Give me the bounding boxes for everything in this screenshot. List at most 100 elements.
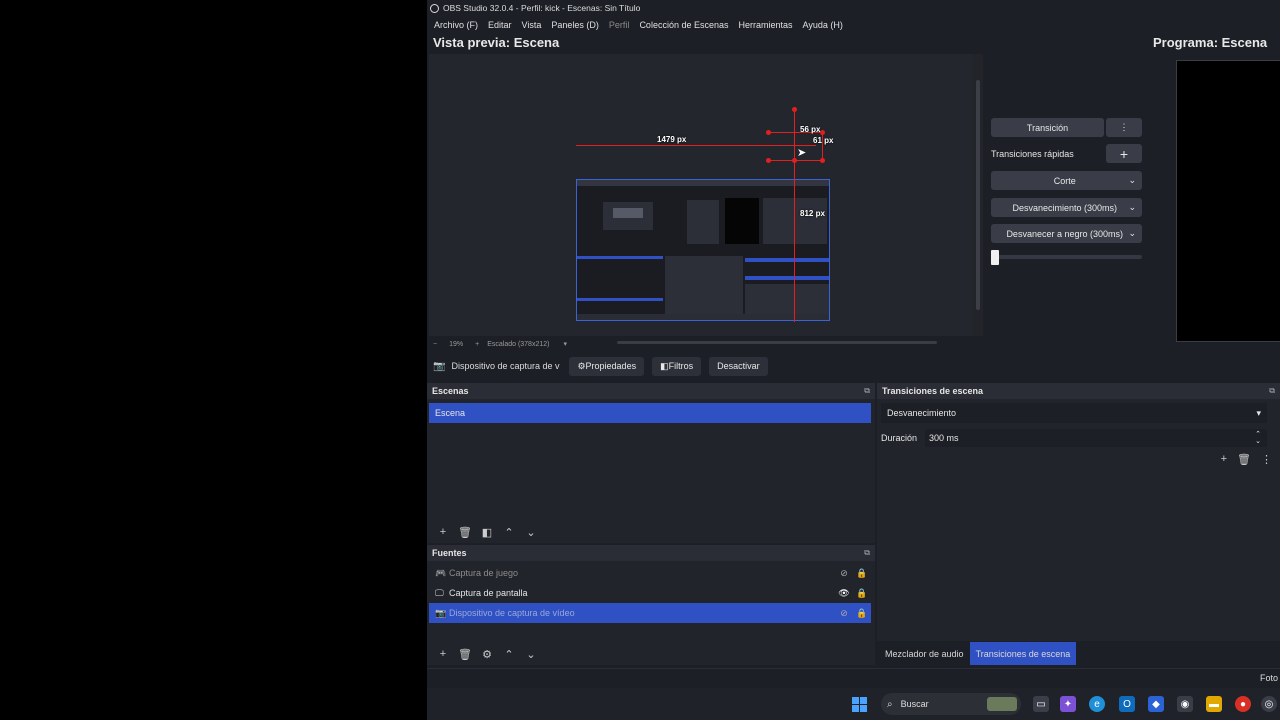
scene-filters-icon[interactable]: ◧	[476, 526, 498, 539]
spin-arrows-icon[interactable]: ⌃ ⌄	[1255, 431, 1261, 445]
menu-bar: Archivo (F) Editar Vista Paneles (D) Per…	[427, 16, 1280, 33]
duration-row: Duración 300 ms ⌃ ⌄	[881, 429, 1267, 447]
windows-start-icon[interactable]	[852, 697, 867, 712]
t-bar-handle[interactable]	[991, 250, 999, 265]
remove-scene-icon[interactable]: 🗑	[454, 526, 476, 539]
lock-icon[interactable]: 🔒	[853, 588, 871, 599]
measure-bottom: 812 px	[800, 209, 825, 218]
menu-editar[interactable]: Editar	[483, 20, 517, 30]
nested-scene-row	[577, 256, 663, 259]
remove-transition-icon[interactable]: 🗑	[1237, 453, 1251, 466]
preview-canvas-area[interactable]: 1479 px 56 px 61 px 812 px ➤	[429, 54, 973, 336]
filters-button[interactable]: ◧ Filtros	[652, 356, 702, 376]
t-bar-slider[interactable]	[991, 250, 1142, 265]
add-transition-icon[interactable]: +	[1221, 453, 1227, 466]
quick-transitions-label: Transiciones rápidas	[991, 149, 1074, 159]
undock-icon[interactable]: ⧉	[864, 386, 870, 396]
preview-vertical-scrollbar[interactable]	[973, 54, 983, 336]
menu-ayuda[interactable]: Ayuda (H)	[798, 20, 848, 30]
menu-herramientas[interactable]: Herramientas	[734, 20, 798, 30]
preview-source-frame[interactable]	[576, 179, 830, 321]
copilot-icon[interactable]: ✦	[1060, 696, 1076, 712]
properties-button[interactable]: ⚙ Propiedades	[569, 356, 645, 376]
guide-right	[794, 110, 795, 322]
edge-icon[interactable]: e	[1089, 696, 1105, 712]
scene-item[interactable]: Escena	[429, 403, 871, 423]
zoom-out-icon[interactable]: −	[433, 341, 437, 348]
nested-program	[725, 198, 759, 244]
nested-blue-bar	[745, 258, 829, 262]
task-view-icon[interactable]: ▭	[1033, 696, 1049, 712]
nested-menubar	[577, 180, 829, 186]
sources-dock-header: Fuentes ⧉	[427, 545, 875, 561]
resize-handle-bl[interactable]	[766, 158, 771, 163]
duration-label: Duración	[881, 433, 918, 443]
quick-transition-fade-black[interactable]: Desvanecer a negro (300ms) ⌄	[991, 224, 1142, 243]
menu-perfil[interactable]: Perfil	[604, 20, 635, 30]
source-item-game-capture[interactable]: 🎮 Captura de juego ⊘ 🔒	[429, 563, 871, 583]
move-up-icon[interactable]: ⌃	[498, 648, 520, 661]
move-down-icon[interactable]: ⌄	[520, 526, 542, 539]
add-scene-icon[interactable]: +	[432, 526, 454, 538]
lock-icon[interactable]: 🔒	[853, 608, 871, 619]
camera-app-icon[interactable]: ◉	[1177, 696, 1193, 712]
chrome-icon[interactable]: ●	[1235, 696, 1251, 712]
dropbox-icon[interactable]: ◆	[1148, 696, 1164, 712]
rotate-handle[interactable]	[792, 107, 797, 112]
add-source-icon[interactable]: +	[432, 648, 454, 660]
move-up-icon[interactable]: ⌃	[498, 526, 520, 539]
undock-icon[interactable]: ⧉	[1269, 386, 1275, 396]
chevron-down-icon: ⌄	[1128, 175, 1136, 185]
measure-left: 1479 px	[657, 135, 687, 144]
menu-archivo[interactable]: Archivo (F)	[429, 20, 483, 30]
transition-options-icon[interactable]: ⋮	[1261, 453, 1272, 466]
transition-menu-icon[interactable]: ⋮	[1106, 118, 1142, 137]
transition-button[interactable]: Transición	[991, 118, 1104, 137]
add-quick-transition-icon[interactable]: +	[1106, 144, 1142, 163]
nested-trans-dock	[665, 256, 743, 316]
remove-source-icon[interactable]: 🗑	[454, 648, 476, 661]
scene-transitions-header: Transiciones de escena ⧉	[877, 383, 1280, 399]
transition-select[interactable]: Desvanecimiento ▾	[881, 403, 1267, 423]
outlook-icon[interactable]: O	[1119, 696, 1135, 712]
source-item-screen-capture[interactable]: 🖵 Captura de pantalla 👁 🔒	[429, 583, 871, 603]
quick-transition-fade[interactable]: Desvanecimiento (300ms) ⌄	[991, 198, 1142, 217]
preview-zoom-controls: − 19% + Escalado (378x212) ▾	[427, 338, 977, 350]
nested-taskbar	[577, 314, 829, 320]
zoom-in-icon[interactable]: +	[475, 341, 479, 348]
camera-icon: 📷	[435, 607, 447, 618]
nested-source-row	[577, 298, 663, 301]
source-properties-gear-icon[interactable]: ⚙	[476, 648, 498, 661]
undock-icon[interactable]: ⧉	[864, 548, 870, 558]
guide-top	[576, 145, 816, 146]
preview-horizontal-scrollbar[interactable]	[617, 341, 937, 344]
resize-handle-tl[interactable]	[766, 130, 771, 135]
dropdown-arrow-icon: ▾	[1256, 407, 1261, 418]
tab-audio-mixer[interactable]: Mezclador de audio	[879, 642, 970, 665]
resize-handle-tr[interactable]	[820, 130, 825, 135]
move-down-icon[interactable]: ⌄	[520, 648, 542, 661]
taskbar-search[interactable]: ⌕ Buscar	[881, 693, 1021, 715]
sources-footer: + 🗑 ⚙ ⌃ ⌄	[427, 643, 875, 665]
quick-transition-corte[interactable]: Corte ⌄	[991, 171, 1142, 190]
scenes-dock: Escenas ⧉ Escena + 🗑 ◧ ⌃ ⌄	[427, 383, 875, 543]
duration-spinbox[interactable]: 300 ms ⌃ ⌄	[925, 429, 1267, 447]
menu-vista[interactable]: Vista	[517, 20, 547, 30]
source-item-video-capture[interactable]: 📷 Dispositivo de captura de vídeo ⊘ 🔒	[429, 603, 871, 623]
tab-scene-transitions[interactable]: Transiciones de escena	[969, 642, 1077, 665]
obs-taskbar-icon[interactable]: ◎	[1261, 696, 1277, 712]
eye-icon[interactable]: 👁	[835, 588, 853, 599]
resize-handle-br[interactable]	[820, 158, 825, 163]
visibility-off-icon[interactable]: ⊘	[835, 568, 853, 579]
sources-dock: Fuentes ⧉ 🎮 Captura de juego ⊘ 🔒 🖵 Captu…	[427, 545, 875, 665]
file-explorer-icon[interactable]: ▬	[1206, 696, 1222, 712]
menu-coleccion-escenas[interactable]: Colección de Escenas	[634, 20, 733, 30]
scale-dropdown-icon[interactable]: ▾	[563, 340, 567, 348]
scale-mode[interactable]: Escalado (378x212)	[487, 341, 549, 348]
program-canvas	[1176, 60, 1280, 342]
menu-paneles[interactable]: Paneles (D)	[546, 20, 604, 30]
lock-icon[interactable]: 🔒	[853, 568, 871, 579]
deactivate-button[interactable]: Desactivar	[709, 356, 768, 376]
visibility-off-icon[interactable]: ⊘	[835, 608, 853, 619]
obs-logo-icon	[430, 3, 439, 13]
